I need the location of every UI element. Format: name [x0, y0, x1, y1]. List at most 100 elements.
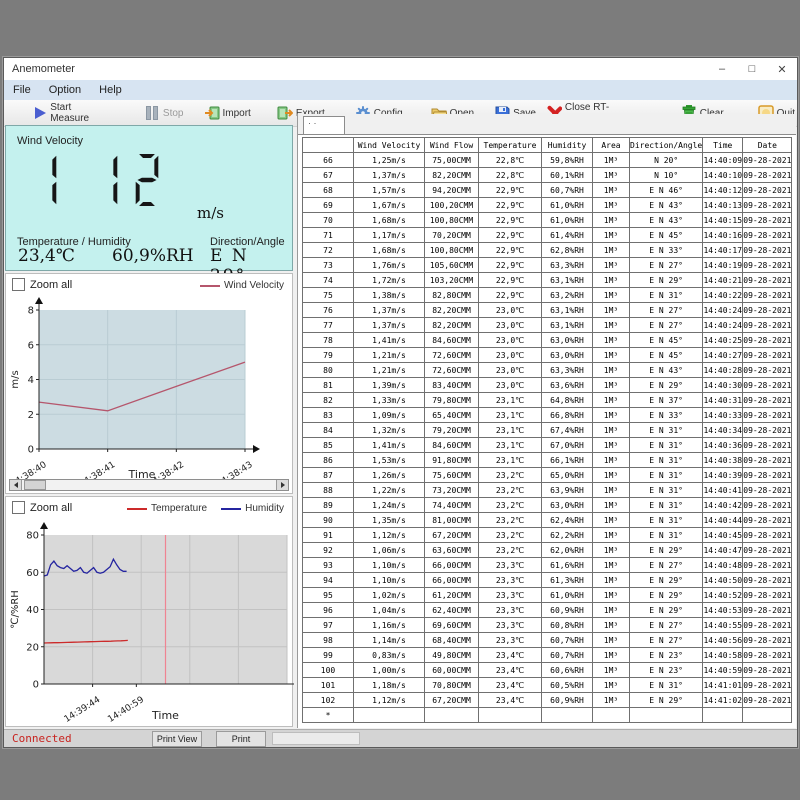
table-row[interactable]: 691,67m/s100,20CMM22,9℃61,0%RH1M³E N 43°…: [303, 198, 792, 213]
lcd-title: Wind Velocity: [17, 135, 83, 147]
table-header-Area[interactable]: Area: [593, 138, 630, 153]
svg-text:6: 6: [28, 340, 34, 351]
wind-velocity-chart-panel: Zoom all Wind Velocity 0246814:38:4014:3…: [5, 273, 293, 494]
print-button[interactable]: Print: [216, 731, 266, 747]
scrollbar-thumb[interactable]: [24, 480, 46, 490]
table-row[interactable]: 971,16m/s69,60CMM23,3℃60,8%RH1M³E N 27°1…: [303, 618, 792, 633]
table-header-rownum[interactable]: [303, 138, 354, 153]
table-row[interactable]: 751,38m/s82,80CMM22,9℃63,2%RH1M³E N 31°1…: [303, 288, 792, 303]
window-title: Anemometer: [12, 63, 75, 75]
table-row[interactable]: 671,37m/s82,20CMM22,8℃60,1%RH1M³N 10°14:…: [303, 168, 792, 183]
table-row[interactable]: 841,32m/s79,20CMM23,1℃67,4%RH1M³E N 31°1…: [303, 423, 792, 438]
pause-icon: [144, 105, 160, 121]
table-row[interactable]: 881,22m/s73,20CMM23,2℃63,9%RH1M³E N 31°1…: [303, 483, 792, 498]
checkbox-icon: [12, 501, 25, 514]
svg-text:0: 0: [28, 445, 34, 456]
menu-option[interactable]: Option: [40, 80, 90, 100]
print-view-button[interactable]: Print View: [152, 731, 202, 747]
connection-status: Connected: [12, 732, 72, 745]
wind-velocity-chart: 0246814:38:4014:38:4114:38:4214:38:43m/s…: [6, 292, 294, 482]
table-row[interactable]: 961,04m/s62,40CMM23,3℃60,9%RH1M³E N 29°1…: [303, 603, 792, 618]
svg-text:0: 0: [33, 680, 39, 691]
table-row[interactable]: 871,26m/s75,60CMM23,2℃65,0%RH1M³E N 31°1…: [303, 468, 792, 483]
data-grid-panel: · · Wind VelocityWind FlowTemperatureHum…: [297, 114, 796, 728]
svg-text:40: 40: [26, 605, 39, 616]
table-row[interactable]: 701,68m/s100,80CMM22,9℃61,0%RH1M³E N 43°…: [303, 213, 792, 228]
temp-humidity-chart-panel: Zoom all Temperature Humidity 0204060801…: [5, 496, 293, 727]
table-row[interactable]: 951,02m/s61,20CMM23,3℃61,0%RH1M³E N 29°1…: [303, 588, 792, 603]
table-row[interactable]: 811,39m/s83,40CMM23,0℃63,6%RH1M³E N 29°1…: [303, 378, 792, 393]
table-new-row[interactable]: *: [303, 708, 792, 723]
svg-text:8: 8: [28, 306, 34, 317]
scroll-left-arrow-icon[interactable]: [10, 480, 22, 490]
svg-text:14:39:44: 14:39:44: [63, 695, 103, 723]
export-icon: [277, 105, 293, 121]
table-row[interactable]: 891,24m/s74,40CMM23,2℃63,0%RH1M³E N 31°1…: [303, 498, 792, 513]
menu-file[interactable]: File: [4, 80, 40, 100]
humidity-legend-swatch: [221, 508, 241, 510]
table-header-Temperature[interactable]: Temperature: [479, 138, 542, 153]
table-header-Wind Velocity[interactable]: Wind Velocity: [354, 138, 425, 153]
table-row[interactable]: 761,37m/s82,20CMM23,0℃63,1%RH1M³E N 27°1…: [303, 303, 792, 318]
table-header-Time[interactable]: Time: [703, 138, 743, 153]
table-row[interactable]: 661,25m/s75,00CMM22,8℃59,8%RH1M³N 20°14:…: [303, 153, 792, 168]
tab-strip: · ·: [298, 114, 796, 134]
svg-text:20: 20: [26, 642, 39, 653]
table-row[interactable]: 941,10m/s66,00CMM23,3℃61,3%RH1M³E N 29°1…: [303, 573, 792, 588]
table-header-row: Wind VelocityWind FlowTemperatureHumidit…: [303, 138, 792, 153]
svg-text:80: 80: [26, 531, 39, 542]
table-row[interactable]: 721,68m/s100,80CMM22,9℃62,8%RH1M³E N 33°…: [303, 243, 792, 258]
svg-text:4: 4: [28, 375, 34, 386]
maximize-button[interactable]: □: [737, 58, 767, 80]
table-header-Wind Flow[interactable]: Wind Flow: [425, 138, 479, 153]
table-row[interactable]: 1001,00m/s60,00CMM23,4℃60,6%RH1M³E N 23°…: [303, 663, 792, 678]
chart1-horizontal-scrollbar[interactable]: [9, 479, 289, 491]
table-header-Humidity[interactable]: Humidity: [542, 138, 593, 153]
table-row[interactable]: 911,12m/s67,20CMM23,2℃62,2%RH1M³E N 31°1…: [303, 528, 792, 543]
chart2-legend: Temperature Humidity: [127, 503, 284, 514]
grid-tab[interactable]: · ·: [303, 116, 345, 134]
zoom-all-checkbox-1[interactable]: Zoom all: [12, 278, 72, 291]
temperature-legend-swatch: [127, 508, 147, 510]
table-header-Direction/Angle[interactable]: Direction/Angle: [630, 138, 703, 153]
minimize-button[interactable]: –: [707, 58, 737, 80]
stop-button[interactable]: Stop: [142, 103, 186, 123]
table-row[interactable]: 861,53m/s91,80CMM23,1℃66,1%RH1M³E N 31°1…: [303, 453, 792, 468]
table-row[interactable]: 801,21m/s72,60CMM23,0℃63,3%RH1M³E N 43°1…: [303, 363, 792, 378]
lcd-seven-segment-value: [28, 154, 171, 206]
table-row[interactable]: 990,83m/s49,80CMM23,4℃60,7%RH1M³E N 23°1…: [303, 648, 792, 663]
temp-humidity-chart: 02040608014:39:4414:40:59℃/%RHTime: [6, 515, 294, 723]
table-row[interactable]: 731,76m/s105,60CMM22,9℃63,3%RH1M³E N 27°…: [303, 258, 792, 273]
svg-text:14:40:59: 14:40:59: [106, 695, 146, 723]
table-row[interactable]: 771,37m/s82,20CMM23,0℃63,1%RH1M³E N 27°1…: [303, 318, 792, 333]
table-row[interactable]: 711,17m/s70,20CMM22,9℃61,4%RH1M³E N 45°1…: [303, 228, 792, 243]
table-row[interactable]: 781,41m/s84,60CMM23,0℃63,0%RH1M³E N 45°1…: [303, 333, 792, 348]
menu-help[interactable]: Help: [90, 80, 131, 100]
table-header-Date[interactable]: Date: [743, 138, 792, 153]
table-row[interactable]: 821,33m/s79,80CMM23,1℃64,8%RH1M³E N 37°1…: [303, 393, 792, 408]
scroll-right-arrow-icon[interactable]: [276, 480, 288, 490]
table-row[interactable]: 1021,12m/s67,20CMM23,4℃60,9%RH1M³E N 29°…: [303, 693, 792, 708]
table-row[interactable]: 981,14m/s68,40CMM23,3℃60,7%RH1M³E N 27°1…: [303, 633, 792, 648]
measurement-table: Wind VelocityWind FlowTemperatureHumidit…: [302, 137, 792, 723]
close-button[interactable]: ✕: [767, 58, 797, 80]
grid-tab-page: Wind VelocityWind FlowTemperatureHumidit…: [298, 134, 796, 728]
table-row[interactable]: 931,10m/s66,00CMM23,3℃61,6%RH1M³E N 27°1…: [303, 558, 792, 573]
chart1-legend: Wind Velocity: [200, 280, 284, 291]
table-row[interactable]: 681,57m/s94,20CMM22,9℃60,7%RH1M³E N 46°1…: [303, 183, 792, 198]
table-row[interactable]: 831,09m/s65,40CMM23,1℃66,8%RH1M³E N 33°1…: [303, 408, 792, 423]
import-button[interactable]: Import: [202, 103, 253, 123]
table-row[interactable]: 921,06m/s63,60CMM23,2℃62,0%RH1M³E N 29°1…: [303, 543, 792, 558]
menu-bar: File Option Help: [4, 80, 797, 100]
status-bar: Connected Print View Print: [4, 729, 797, 747]
zoom-all-checkbox-2[interactable]: Zoom all: [12, 501, 72, 514]
svg-text:Time: Time: [151, 709, 179, 722]
start-measure-button[interactable]: Start Measure: [32, 103, 104, 123]
table-row[interactable]: 791,21m/s72,60CMM23,0℃63,0%RH1M³E N 45°1…: [303, 348, 792, 363]
table-row[interactable]: 741,72m/s103,20CMM22,9℃63,1%RH1M³E N 29°…: [303, 273, 792, 288]
table-row[interactable]: 901,35m/s81,00CMM23,2℃62,4%RH1M³E N 31°1…: [303, 513, 792, 528]
window-controls: – □ ✕: [707, 58, 797, 80]
lcd-unit: m/s: [197, 204, 224, 222]
table-row[interactable]: 851,41m/s84,60CMM23,1℃67,0%RH1M³E N 31°1…: [303, 438, 792, 453]
table-row[interactable]: 1011,18m/s70,80CMM23,4℃60,5%RH1M³E N 31°…: [303, 678, 792, 693]
